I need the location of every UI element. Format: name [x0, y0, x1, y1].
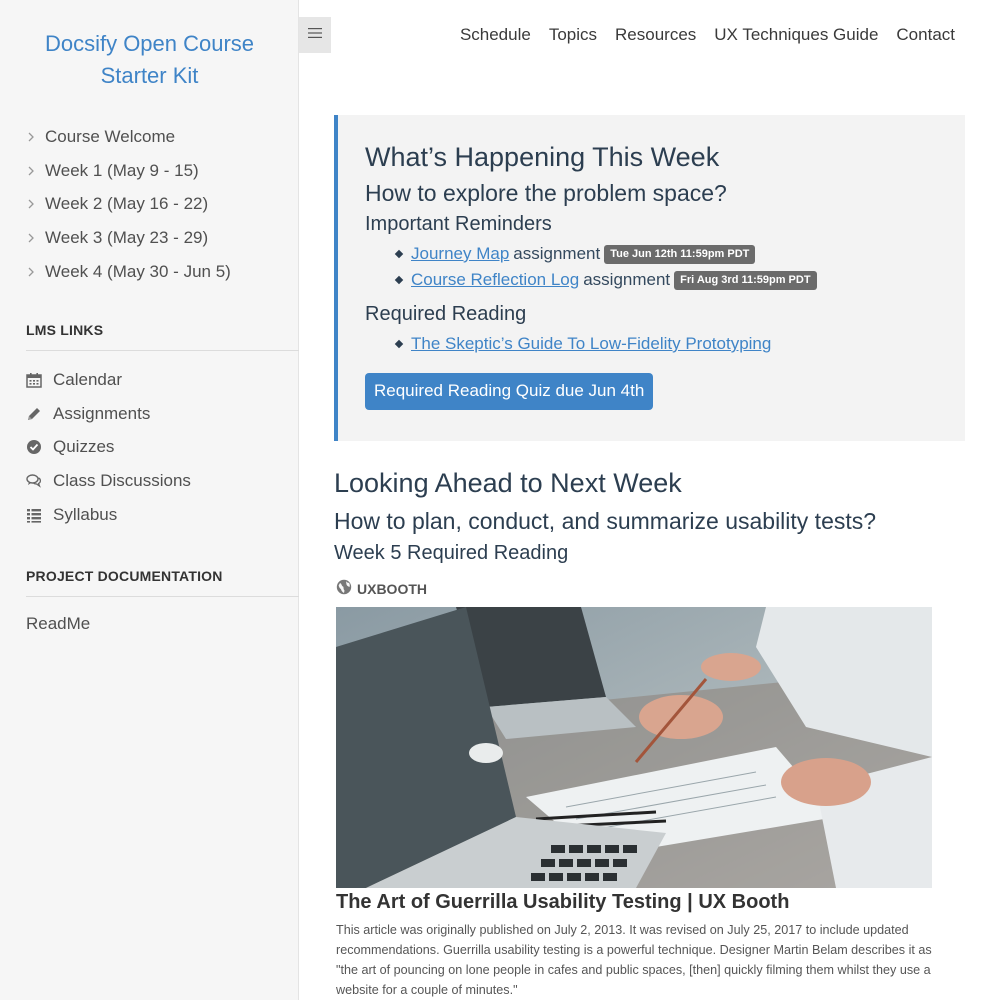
nav-link-schedule[interactable]: Schedule	[460, 25, 531, 45]
course-reflection-log-link[interactable]: Course Reflection Log	[411, 267, 579, 293]
sidebar-item-readme[interactable]: ReadMe	[26, 614, 90, 634]
source-label: UXBOOTH	[357, 580, 427, 597]
app-name-line2[interactable]: Starter Kit	[0, 60, 299, 92]
sidebar-item-label: Quizzes	[53, 437, 115, 457]
sidebar-item-label: Week 1 (May 9 - 15)	[45, 160, 199, 180]
sidebar-item-label: Course Welcome	[45, 126, 176, 146]
sidebar-item-quizzes[interactable]: Quizzes	[26, 431, 191, 465]
sidebar-item-label: Week 2 (May 16 - 22)	[45, 194, 209, 214]
nav-link-topics[interactable]: Topics	[549, 25, 597, 45]
readings-list: The Skeptic’s Guide To Low-Fidelity Prot…	[394, 331, 945, 357]
due-date-badge: Fri Aug 3rd 11:59pm PDT	[674, 270, 817, 290]
sidebar-item-course-welcome[interactable]: Course Welcome	[26, 120, 231, 154]
this-week-heading: What’s Happening This Week	[365, 142, 720, 172]
sidebar-item-label: Syllabus	[53, 505, 118, 525]
this-week-callout: What’s Happening This Week How to explor…	[334, 115, 965, 441]
sidebar-item-class-discussions[interactable]: Class Discussions	[26, 464, 191, 498]
important-reminders-heading: Important Reminders	[365, 213, 552, 235]
skeptics-guide-link[interactable]: The Skeptic’s Guide To Low-Fidelity Prot…	[411, 331, 771, 357]
chevron-right-icon	[26, 267, 36, 277]
check-circle-icon	[26, 439, 42, 455]
sidebar-item-label: Class Discussions	[53, 471, 191, 491]
sidebar-item-label: Week 4 (May 30 - Jun 5)	[45, 262, 231, 282]
article-description: This article was originally published on…	[336, 923, 932, 997]
nav-link-ux-techniques-guide[interactable]: UX Techniques Guide	[714, 25, 878, 45]
due-date-badge: Tue Jun 12th 11:59pm PDT	[604, 244, 756, 264]
list-item: Course Reflection Log assignment Fri Aug…	[394, 267, 945, 293]
week-5-reading-heading: Week 5 Required Reading	[334, 542, 569, 564]
project-documentation-heading: PROJECT DOCUMENTATION	[26, 568, 223, 584]
sidebar-item-week-3[interactable]: Week 3 (May 23 - 29)	[26, 221, 231, 255]
reminder-suffix: assignment	[583, 270, 671, 289]
lms-links-heading: LMS LINKS	[26, 322, 104, 338]
globe-icon	[336, 579, 357, 598]
nav-link-contact[interactable]: Contact	[896, 25, 955, 45]
required-reading-heading: Required Reading	[365, 303, 527, 325]
sidebar-item-assignments[interactable]: Assignments	[26, 397, 191, 431]
sidebar-item-label: Week 3 (May 23 - 29)	[45, 228, 209, 248]
app-name-line1[interactable]: Docsify Open Course	[0, 28, 299, 60]
comments-icon	[26, 473, 42, 489]
sidebar-item-syllabus[interactable]: Syllabus	[26, 498, 191, 532]
chevron-right-icon	[26, 199, 36, 209]
bullet-icon	[394, 275, 404, 285]
chevron-right-icon	[26, 233, 36, 243]
article-title-link[interactable]: The Art of Guerrilla Usability Testing |…	[336, 891, 789, 914]
sidebar: Docsify Open Course Starter Kit Course W…	[0, 0, 299, 1000]
reminder-suffix: assignment	[513, 244, 601, 263]
nav-link-resources[interactable]: Resources	[615, 25, 696, 45]
top-nav: Schedule Topics Resources UX Techniques …	[460, 25, 955, 45]
reminders-list: Journey Map assignment Tue Jun 12th 11:5…	[394, 241, 945, 293]
divider	[26, 596, 299, 597]
app-name[interactable]: Docsify Open Course Starter Kit	[0, 28, 299, 92]
sidebar-item-week-2[interactable]: Week 2 (May 16 - 22)	[26, 188, 231, 222]
list-icon	[26, 507, 42, 523]
chevron-right-icon	[26, 166, 36, 176]
pencil-icon	[26, 406, 42, 422]
next-week-question: How to plan, conduct, and summarize usab…	[334, 508, 877, 534]
required-reading-quiz-button[interactable]: Required Reading Quiz due Jun 4th	[365, 373, 654, 410]
sidebar-item-week-4[interactable]: Week 4 (May 30 - Jun 5)	[26, 255, 231, 289]
sidebar-item-calendar[interactable]: Calendar	[26, 363, 191, 397]
sidebar-item-label: Calendar	[53, 369, 122, 389]
bullet-icon	[394, 339, 404, 349]
list-item: The Skeptic’s Guide To Low-Fidelity Prot…	[394, 331, 945, 357]
menu-icon	[308, 26, 322, 44]
this-week-question: How to explore the problem space?	[365, 180, 727, 206]
lms-links-list: Calendar Assignments Quizzes Class Discu…	[26, 363, 191, 532]
article-source: UXBOOTH	[336, 579, 427, 598]
next-week-heading: Looking Ahead to Next Week	[334, 468, 682, 498]
sidebar-toggle-button[interactable]	[299, 17, 331, 53]
sidebar-item-label: Assignments	[53, 403, 151, 423]
bullet-icon	[394, 249, 404, 259]
journey-map-link[interactable]: Journey Map	[411, 241, 509, 267]
sidebar-item-week-1[interactable]: Week 1 (May 9 - 15)	[26, 154, 231, 188]
chevron-right-icon	[26, 132, 36, 142]
article-image[interactable]	[336, 607, 932, 888]
list-item: Journey Map assignment Tue Jun 12th 11:5…	[394, 241, 945, 267]
calendar-icon	[26, 372, 42, 388]
week-list: Course Welcome Week 1 (May 9 - 15) Week …	[26, 120, 231, 289]
divider	[26, 350, 299, 351]
